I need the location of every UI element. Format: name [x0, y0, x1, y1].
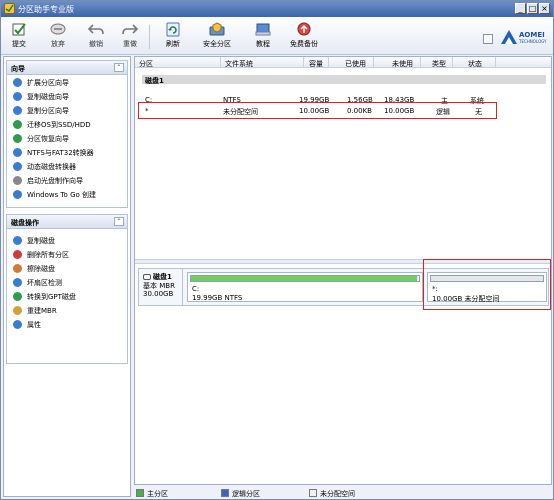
- submit-button[interactable]: 提交: [10, 22, 28, 49]
- dynamic-disk-icon: [13, 162, 22, 171]
- wizard-item-dynamic-disk[interactable]: 动态磁盘转换器: [7, 159, 127, 173]
- disk-ops-group: 磁盘操作 ⌃ 复制磁盘 删除所有分区 擦除磁盘 坏扇区检测 转换到GPT磁盘 重…: [6, 214, 128, 364]
- toolbar: 提交 放弃 撤销 重做 刷新 安全分区 教程 免费备份 AOMEI TECHNO…: [1, 17, 553, 55]
- properties-icon: [13, 320, 22, 329]
- disk-op-copy-disk[interactable]: 复制磁盘: [7, 233, 127, 247]
- recovery-icon: [13, 134, 22, 143]
- disk-op-properties[interactable]: 属性: [7, 317, 127, 331]
- redo-button[interactable]: 重做: [121, 22, 139, 49]
- col-status[interactable]: 状态: [468, 59, 482, 69]
- wipe-disk-icon: [13, 264, 22, 273]
- tutorial-icon: [255, 23, 271, 36]
- wizard-item-bootable-cd[interactable]: 启动光盘制作向导: [7, 173, 127, 187]
- free-backup-icon: [297, 22, 311, 36]
- app-window: 分区助手专业版 _ □ × 提交 放弃 撤销 重做 刷新 安全分区 教程 免费备…: [0, 0, 554, 500]
- legend-logical: 逻辑分区: [221, 489, 260, 499]
- rebuild-mbr-icon: [13, 306, 22, 315]
- logical-swatch-icon: [221, 489, 229, 497]
- copy-disk-icon: [13, 236, 22, 245]
- convert-icon: [13, 148, 22, 157]
- legend-primary: 主分区: [136, 489, 168, 499]
- toolbar-checkbox[interactable]: [483, 34, 493, 44]
- collapse-icon[interactable]: ⌃: [114, 63, 124, 72]
- disk-icon: [143, 274, 151, 280]
- disk-op-wipe[interactable]: 擦除磁盘: [7, 261, 127, 275]
- tutorial-button[interactable]: 教程: [254, 22, 272, 49]
- disk-ops-group-header[interactable]: 磁盘操作 ⌃: [7, 215, 127, 229]
- unallocated-highlight: [423, 259, 551, 310]
- primary-swatch-icon: [136, 489, 144, 497]
- disk-group-row[interactable]: 磁盘1: [142, 75, 546, 85]
- wizard-item-recovery[interactable]: 分区恢复向导: [7, 131, 127, 145]
- disk-op-convert-gpt[interactable]: 转换到GPT磁盘: [7, 289, 127, 303]
- discard-icon: [50, 23, 66, 35]
- refresh-icon: [166, 22, 180, 37]
- disk-info: 磁盘1 基本 MBR 30.00GB: [139, 269, 183, 305]
- close-button[interactable]: ×: [539, 3, 550, 14]
- wizard-item-windows-to-go[interactable]: Windows To Go 创建: [7, 187, 127, 201]
- wizard-group: 向导 ⌃ 扩展分区向导 复制磁盘向导 复制分区向导 迁移OS到SSD/HDD 分…: [6, 60, 128, 208]
- convert-gpt-icon: [13, 292, 22, 301]
- bad-sector-icon: [13, 278, 22, 287]
- discard-button[interactable]: 放弃: [49, 22, 67, 49]
- safe-partition-button[interactable]: 安全分区: [203, 22, 231, 49]
- selection-highlight: [138, 102, 497, 119]
- disk-op-rebuild-mbr[interactable]: 重建MBR: [7, 303, 127, 317]
- undo-button[interactable]: 撤销: [87, 22, 105, 49]
- maximize-button[interactable]: □: [527, 3, 538, 14]
- redo-icon: [122, 24, 139, 35]
- toolbar-divider: [149, 25, 150, 49]
- undo-icon: [87, 24, 104, 35]
- windows-to-go-icon: [13, 190, 22, 199]
- copy-partition-icon: [13, 106, 22, 115]
- submit-check-icon: [12, 23, 26, 36]
- wizard-item-copy-disk[interactable]: 复制磁盘向导: [7, 89, 127, 103]
- aomei-logo-icon: [501, 30, 517, 44]
- main-panel: 分区 文件系统 容量 已使用 未使用 类型 状态 磁盘1 C: NTFS 19.…: [134, 56, 552, 485]
- col-filesystem[interactable]: 文件系统: [225, 59, 253, 69]
- safe-partition-icon: [209, 22, 225, 36]
- wizard-item-extend[interactable]: 扩展分区向导: [7, 75, 127, 89]
- copy-disk-icon: [13, 92, 22, 101]
- disk-op-bad-sector[interactable]: 坏扇区检测: [7, 275, 127, 289]
- col-type[interactable]: 类型: [432, 59, 446, 69]
- wizard-item-migrate-os[interactable]: 迁移OS到SSD/HDD: [7, 117, 127, 131]
- wizard-group-header[interactable]: 向导 ⌃: [7, 61, 127, 75]
- bootable-cd-icon: [13, 176, 22, 185]
- col-used[interactable]: 已使用: [345, 59, 366, 69]
- free-backup-button[interactable]: 免费备份: [290, 22, 318, 49]
- app-logo-icon: [4, 3, 15, 14]
- extend-wizard-icon: [13, 78, 22, 87]
- legend-unallocated: 未分配空间: [309, 489, 355, 499]
- partition-usage-fill: [191, 276, 417, 281]
- disk-map-panel: 磁盘1 基本 MBR 30.00GB C: 19.99GB NTFS *: 10…: [135, 259, 551, 484]
- col-partition[interactable]: 分区: [139, 59, 153, 69]
- partition-table-header: 分区 文件系统 容量 已使用 未使用 类型 状态: [135, 57, 551, 68]
- window-title: 分区助手专业版: [18, 5, 74, 14]
- migrate-os-icon: [13, 120, 22, 129]
- unallocated-swatch-icon: [309, 489, 317, 497]
- left-panel: 向导 ⌃ 扩展分区向导 复制磁盘向导 复制分区向导 迁移OS到SSD/HDD 分…: [3, 56, 131, 497]
- disk-op-delete-all[interactable]: 删除所有分区: [7, 247, 127, 261]
- delete-all-icon: [13, 250, 22, 259]
- wizard-item-copy-partition[interactable]: 复制分区向导: [7, 103, 127, 117]
- minimize-button[interactable]: _: [515, 3, 526, 14]
- refresh-button[interactable]: 刷新: [164, 22, 182, 49]
- col-unused[interactable]: 未使用: [392, 59, 413, 69]
- col-capacity[interactable]: 容量: [309, 59, 323, 69]
- status-bar: 主分区 逻辑分区 未分配空间: [134, 487, 552, 499]
- aomei-logo: AOMEI TECHNOLOGY: [498, 26, 550, 50]
- wizard-item-ntfs-fat32[interactable]: NTFS与FAT32转换器: [7, 145, 127, 159]
- collapse-icon[interactable]: ⌃: [114, 217, 124, 226]
- partition-c[interactable]: C: 19.99GB NTFS: [187, 272, 423, 302]
- title-bar[interactable]: 分区助手专业版 _ □ ×: [1, 1, 553, 17]
